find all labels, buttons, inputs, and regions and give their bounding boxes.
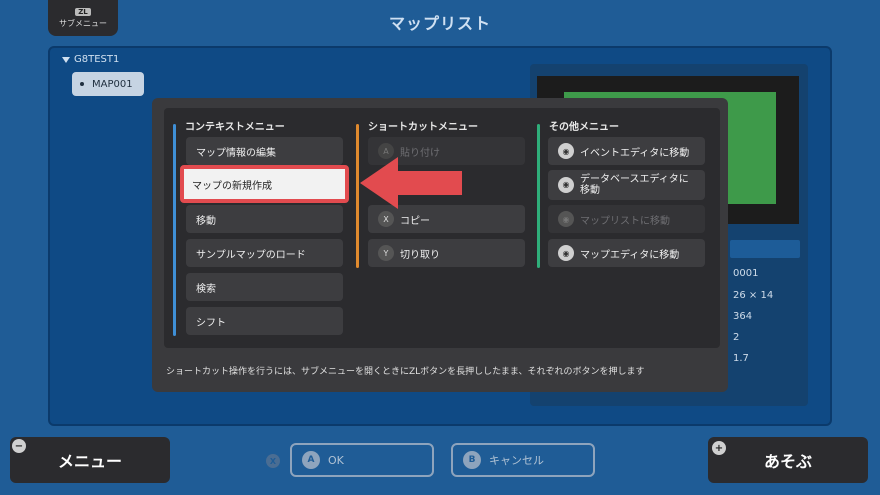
menu-item-shift[interactable]: シフト bbox=[186, 307, 343, 335]
info-value-size: 26 × 14 bbox=[733, 290, 774, 301]
cancel-button[interactable]: B キャンセル bbox=[451, 443, 595, 477]
info-value-version: 1.7 bbox=[733, 353, 749, 364]
menu-item-label: コピー bbox=[400, 215, 430, 227]
ok-button[interactable]: A OK bbox=[290, 443, 434, 477]
menu-item-goto-event-editor[interactable]: ◉ イベントエディタに移動 bbox=[548, 137, 705, 165]
menu-item-label: イベントエディタに移動 bbox=[580, 147, 690, 159]
other-column-accent bbox=[537, 124, 540, 268]
cancel-button-label: キャンセル bbox=[489, 454, 544, 467]
play-button[interactable]: + あそぶ bbox=[708, 437, 868, 483]
info-value-id: 0001 bbox=[733, 268, 759, 279]
database-editor-icon: ◉ bbox=[558, 177, 574, 193]
other-column-header: その他メニュー bbox=[549, 122, 619, 133]
info-value-layers: 2 bbox=[733, 332, 740, 343]
menu-item-goto-map-editor[interactable]: ◉ マップエディタに移動 bbox=[548, 239, 705, 267]
menu-item-label: 移動 bbox=[196, 215, 216, 227]
zl-badge: ZL bbox=[75, 7, 91, 16]
menu-item-label: マップリストに移動 bbox=[580, 215, 670, 227]
menu-button[interactable]: − メニュー bbox=[10, 437, 170, 483]
y-button-icon: Y bbox=[378, 245, 394, 261]
menu-item-search[interactable]: 検索 bbox=[186, 273, 343, 301]
menu-item-new-map[interactable]: マップの新規作成 bbox=[180, 165, 349, 203]
minus-button-icon: − bbox=[12, 439, 26, 453]
menu-item-copy[interactable]: X コピー bbox=[368, 205, 525, 233]
tree-item-map001[interactable]: MAP001 bbox=[72, 72, 144, 96]
submenu-button[interactable]: ZL サブメニュー bbox=[48, 0, 118, 36]
submenu-label: サブメニュー bbox=[59, 18, 107, 28]
menu-item-label: マップの新規作成 bbox=[192, 180, 272, 192]
menu-item-label: マップ情報の編集 bbox=[196, 147, 276, 159]
info-strip bbox=[730, 240, 800, 258]
context-column-header: コンテキストメニュー bbox=[185, 122, 285, 133]
title-bar: マップリスト bbox=[0, 0, 880, 44]
pointer-arrow-icon bbox=[360, 157, 462, 209]
menu-item-goto-map-list[interactable]: ◉ マップリストに移動 bbox=[548, 205, 705, 233]
bullet-icon bbox=[80, 82, 84, 86]
menu-item-move[interactable]: 移動 bbox=[186, 205, 343, 233]
context-column-accent bbox=[173, 124, 176, 336]
tree-item-label: MAP001 bbox=[92, 78, 133, 90]
menu-item-label: 検索 bbox=[196, 283, 216, 295]
info-value-tiles: 364 bbox=[733, 311, 753, 322]
menu-item-label: シフト bbox=[196, 317, 226, 329]
plus-button-icon: + bbox=[712, 441, 726, 455]
menu-item-label: サンプルマップのロード bbox=[196, 249, 306, 261]
menu-item-goto-database-editor[interactable]: ◉ データベースエディタに移動 bbox=[548, 170, 705, 200]
x-button-icon: X bbox=[378, 211, 394, 227]
expand-triangle-icon bbox=[62, 56, 70, 63]
menu-item-label: 切り取り bbox=[400, 249, 440, 261]
menu-item-load-sample-map[interactable]: サンプルマップのロード bbox=[186, 239, 343, 267]
shortcut-hint: ショートカット操作を行うには、サブメニューを開くときにZLボタンを長押ししたまま… bbox=[166, 367, 645, 377]
event-editor-icon: ◉ bbox=[558, 143, 574, 159]
tree-root-label: G8TEST1 bbox=[74, 54, 120, 65]
menu-item-label: データベースエディタに移動 bbox=[580, 174, 689, 196]
shortcut-column-accent bbox=[356, 124, 359, 268]
play-button-label: あそぶ bbox=[763, 452, 812, 471]
a-button-icon: A bbox=[302, 451, 320, 469]
shortcut-column-header: ショートカットメニュー bbox=[368, 122, 478, 133]
ok-button-label: OK bbox=[328, 453, 344, 467]
x-button-icon: X bbox=[266, 454, 280, 468]
tree-root[interactable]: G8TEST1 bbox=[62, 54, 119, 65]
menu-item-edit-map-info[interactable]: マップ情報の編集 bbox=[186, 137, 343, 165]
map-list-icon: ◉ bbox=[558, 211, 574, 227]
b-button-icon: B bbox=[463, 451, 481, 469]
map-editor-icon: ◉ bbox=[558, 245, 574, 261]
menu-item-label: マップエディタに移動 bbox=[580, 249, 680, 261]
page-title: マップリスト bbox=[388, 14, 491, 33]
menu-item-cut[interactable]: Y 切り取り bbox=[368, 239, 525, 267]
menu-button-label: メニュー bbox=[57, 452, 122, 471]
